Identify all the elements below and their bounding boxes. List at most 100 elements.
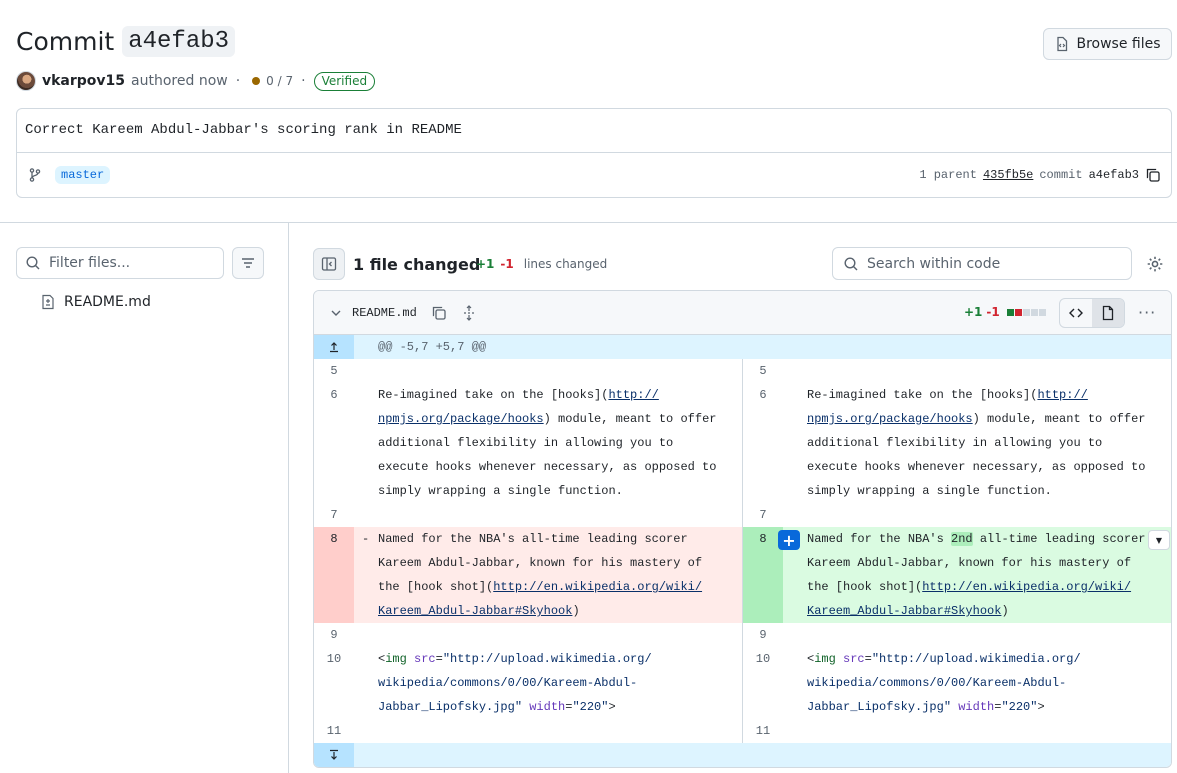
- diff-left: 5: [314, 359, 742, 383]
- code-icon: [1069, 308, 1083, 318]
- filter-files-input[interactable]: Filter files...: [16, 247, 224, 279]
- expand-down-icon[interactable]: [314, 743, 354, 767]
- added-word: 2nd: [951, 532, 973, 546]
- code-view-button[interactable]: [1060, 299, 1092, 327]
- line-menu-button[interactable]: ▼: [1148, 530, 1170, 550]
- line-number[interactable]: 5: [314, 359, 354, 383]
- status-dot-icon[interactable]: [252, 77, 261, 85]
- toggle-file-tree-button[interactable]: [313, 248, 345, 280]
- line-number[interactable]: 10: [743, 647, 783, 719]
- additions-count: +1: [476, 257, 495, 271]
- sidebar-divider: [288, 223, 289, 773]
- html-tag: img: [385, 652, 407, 666]
- author-link[interactable]: vkarpov15: [42, 73, 125, 89]
- file-tree-item[interactable]: README.md: [40, 292, 151, 312]
- line-number[interactable]: 7: [743, 503, 783, 527]
- verified-badge[interactable]: Verified: [313, 71, 376, 91]
- search-code-placeholder: Search within code: [867, 255, 1001, 272]
- browse-files-button[interactable]: Browse files: [1043, 28, 1172, 60]
- lines-changed-stat: +1 -1 lines changed: [476, 257, 607, 271]
- filter-placeholder: Filter files...: [49, 255, 131, 271]
- line-number[interactable]: 6: [314, 383, 354, 503]
- line-number[interactable]: 8: [743, 527, 783, 623]
- page-title: Commit a4efab3: [16, 26, 236, 57]
- gear-icon[interactable]: [1146, 255, 1164, 273]
- line-number[interactable]: 11: [314, 719, 354, 743]
- html-string: "220": [1001, 700, 1038, 714]
- title-prefix: Commit: [16, 27, 115, 56]
- code-text: Named for the NBA's: [807, 532, 952, 546]
- more-options-icon[interactable]: ···: [1138, 303, 1156, 322]
- filter-icon: [242, 258, 254, 268]
- separator: ·: [301, 73, 306, 89]
- browse-files-label: Browse files: [1076, 36, 1161, 52]
- commit-sha: a4efab3: [1088, 168, 1139, 182]
- checks-count[interactable]: 0 / 7: [266, 74, 293, 88]
- rich-view-button[interactable]: [1092, 299, 1124, 327]
- diff-right-added: 8 + Named for the NBA's 2nd all-time lea…: [742, 527, 1171, 623]
- copy-icon[interactable]: [1145, 167, 1161, 183]
- html-attr: width: [529, 700, 566, 714]
- diff-row: 7 7: [314, 503, 1171, 527]
- view-toggle: [1059, 298, 1125, 328]
- file-icon: [1102, 305, 1114, 321]
- line-number[interactable]: 6: [743, 383, 783, 503]
- line-number[interactable]: 9: [743, 623, 783, 647]
- code-text: Re-imagined take on the [hooks](: [807, 388, 1038, 402]
- search-code-input[interactable]: Search within code: [832, 247, 1132, 280]
- code-text: >: [608, 700, 616, 714]
- avatar[interactable]: [16, 71, 36, 91]
- chevron-down-icon[interactable]: [330, 307, 342, 319]
- code-text: =: [435, 652, 443, 666]
- diff-table: @@ -5,7 +5,7 @@ 5 5 6 Re-imagined take o…: [314, 335, 1171, 767]
- diff-row: 6 Re-imagined take on the [hooks](http:/…: [314, 383, 1171, 503]
- copy-path-icon[interactable]: [431, 305, 447, 321]
- commit-message: Correct Kareem Abdul-Jabbar's scoring ra…: [17, 109, 1171, 153]
- code-text: ): [1001, 604, 1009, 618]
- line-number[interactable]: 9: [314, 623, 354, 647]
- line-number[interactable]: 5: [743, 359, 783, 383]
- file-header: README.md +1 -1 ···: [314, 291, 1171, 335]
- file-diff-icon: [42, 294, 54, 310]
- code-text: ): [572, 604, 580, 618]
- line-number[interactable]: 7: [314, 503, 354, 527]
- line-number[interactable]: 11: [743, 719, 783, 743]
- expand-all-icon[interactable]: [461, 304, 477, 321]
- add-comment-button[interactable]: +: [778, 530, 800, 550]
- files-changed-count: 1 file changed: [353, 255, 481, 274]
- html-attr: src: [414, 652, 436, 666]
- html-string: "220": [572, 700, 609, 714]
- sidebar-collapse-icon: [321, 257, 337, 271]
- diff-left: 7: [314, 503, 742, 527]
- code-line: <img src="http://upload.wikimedia.org/ w…: [354, 647, 742, 719]
- code-line: Re-imagined take on the [hooks](http:// …: [354, 383, 742, 503]
- expand-up-icon[interactable]: [314, 335, 354, 359]
- parent-sha-link[interactable]: 435fb5e: [983, 168, 1033, 182]
- diffstat-neutral-square: [1038, 308, 1046, 316]
- file-stats: +1 -1: [964, 305, 1046, 319]
- diff-right: 5: [742, 359, 1171, 383]
- diff-left-deleted: 8 - Named for the NBA's all-time leading …: [314, 527, 742, 623]
- line-number[interactable]: 10: [314, 647, 354, 719]
- filter-options-button[interactable]: [232, 247, 264, 279]
- divider: [0, 222, 1177, 223]
- branch-link[interactable]: master: [55, 166, 111, 184]
- diff-right: 11: [742, 719, 1171, 743]
- line-number[interactable]: 8: [314, 527, 354, 623]
- file-name[interactable]: README.md: [352, 306, 417, 320]
- diff-right: 7: [742, 503, 1171, 527]
- hunk-header: @@ -5,7 +5,7 @@: [314, 335, 1171, 359]
- diffstat-neutral-square: [1030, 308, 1038, 316]
- code-text: >: [1037, 700, 1045, 714]
- search-icon: [26, 256, 40, 270]
- diffstat-neutral-square: [1022, 308, 1030, 316]
- code-line-added: Named for the NBA's 2nd all-time leading…: [783, 527, 1171, 623]
- hunk-text: @@ -5,7 +5,7 @@: [378, 340, 487, 354]
- commit-footer: master 1 parent 435fb5e commit a4efab3: [17, 153, 1171, 197]
- html-attr: src: [843, 652, 865, 666]
- file-tree-label: README.md: [64, 294, 151, 310]
